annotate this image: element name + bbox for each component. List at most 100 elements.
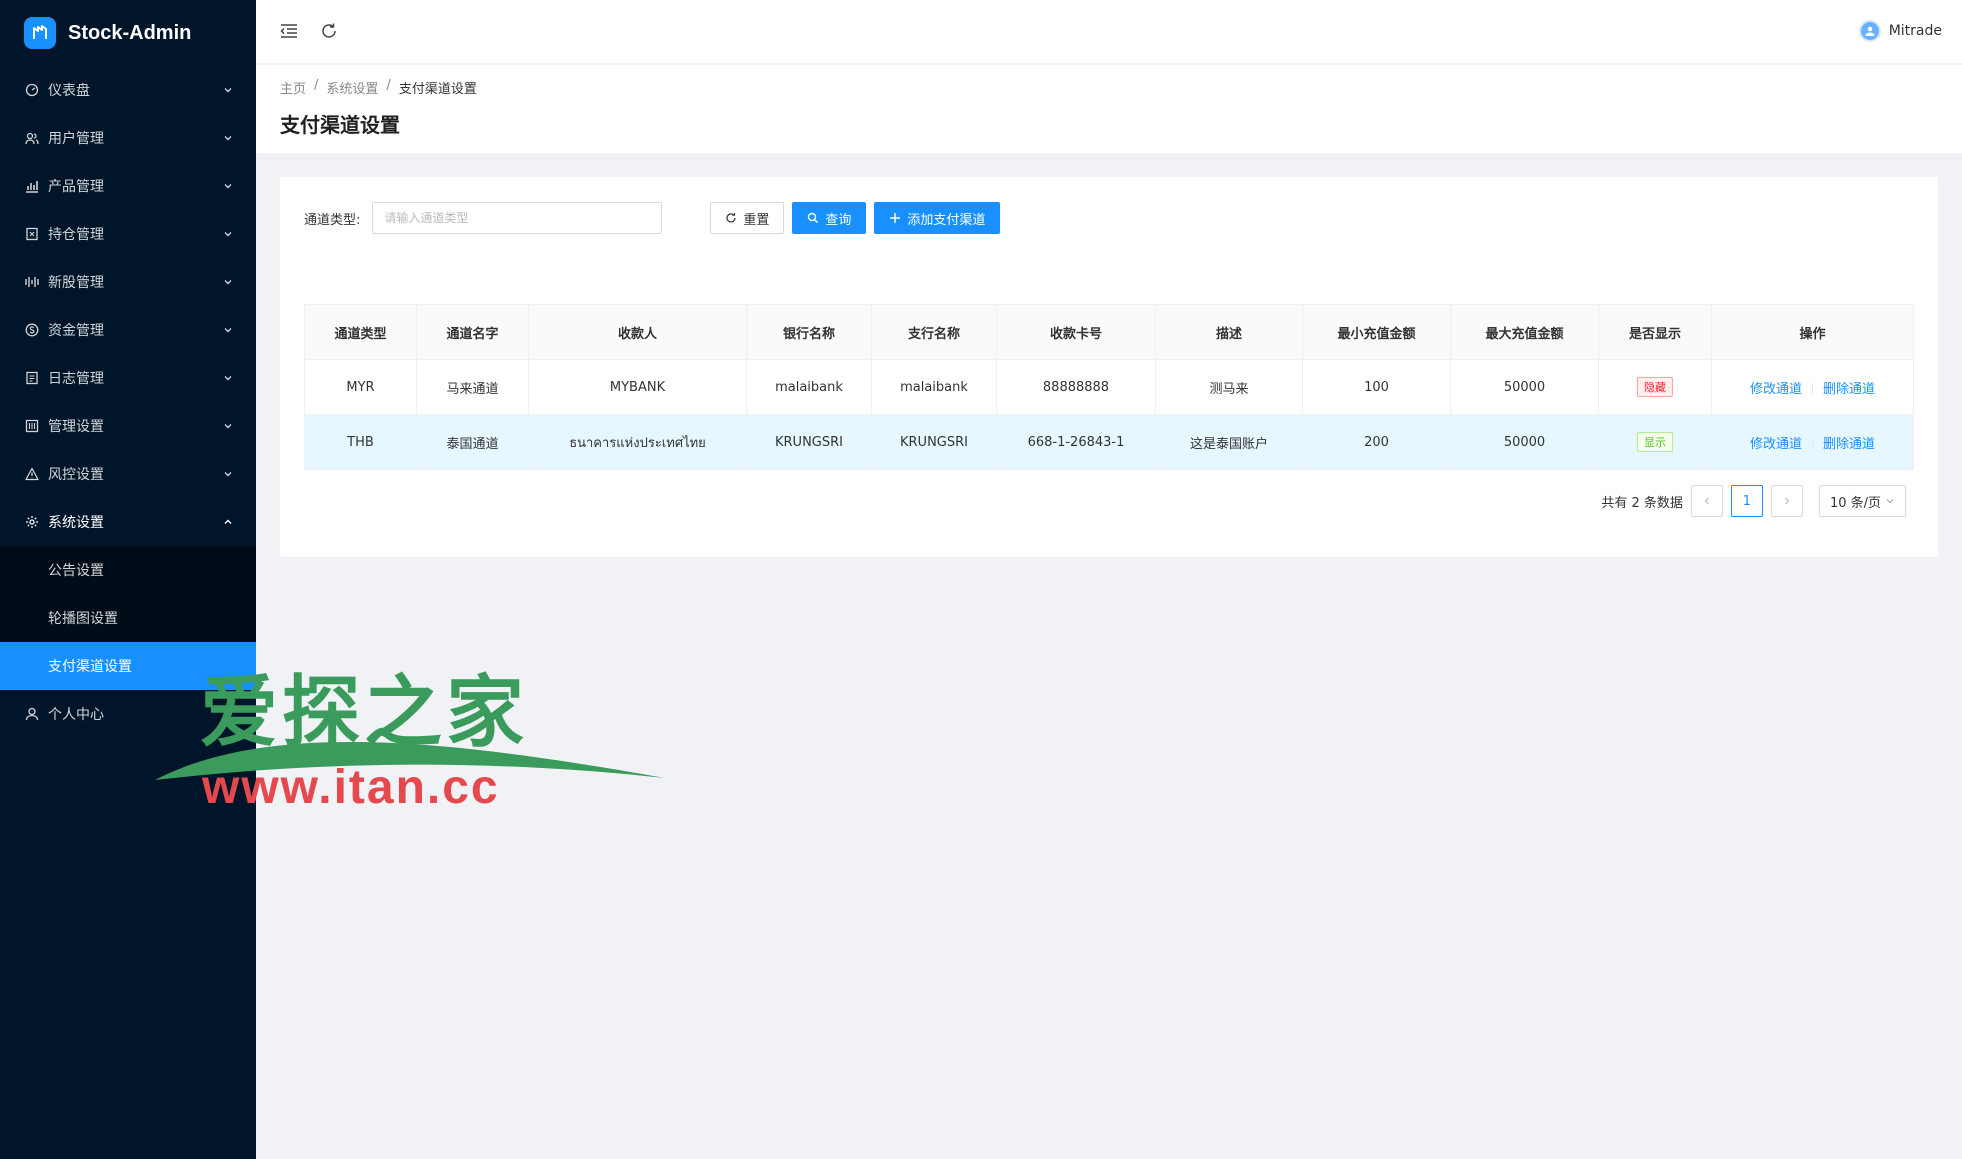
next-page-button[interactable] — [1770, 485, 1803, 517]
sidebar-item-label: 新股管理 — [48, 275, 104, 291]
cell-branch: malaibank — [871, 359, 997, 415]
logo-icon — [24, 17, 56, 49]
col-header: 收款卡号 — [996, 304, 1156, 360]
chevron-up-icon — [224, 519, 232, 524]
ipo-icon — [24, 274, 40, 290]
channel-type-input[interactable] — [372, 202, 663, 234]
warning-icon — [24, 466, 40, 482]
table-header-row: 通道类型 通道名字 收款人 银行名称 支行名称 收款卡号 描述 最小充值金额 最… — [304, 304, 1914, 360]
sidebar-item-funds[interactable]: 资金管理 — [0, 306, 256, 354]
content-card: 通道类型: 重置 查询 添加支付渠道 通道类型 通道名字 收款人 银行名称 支行… — [280, 177, 1938, 557]
page-title: 支付渠道设置 — [280, 113, 400, 137]
status-badge: 隐藏 — [1637, 377, 1673, 397]
query-button[interactable]: 查询 — [792, 202, 867, 234]
logo[interactable]: Stock-Admin — [0, 0, 256, 66]
plus-icon — [890, 213, 901, 223]
sidebar-item-announcement[interactable]: 公告设置 — [0, 546, 256, 594]
sidebar-item-users[interactable]: 用户管理 — [0, 114, 256, 162]
sidebar-item-logs[interactable]: 日志管理 — [0, 354, 256, 402]
cell-name: 马来通道 — [416, 359, 529, 415]
user-name: Mitrade — [1888, 23, 1942, 39]
table-row: MYR 马来通道 MYBANK malaibank malaibank 8888… — [304, 359, 1914, 415]
sidebar-item-label: 系统设置 — [48, 515, 104, 531]
sidebar-item-label: 日志管理 — [48, 371, 104, 387]
col-header: 收款人 — [528, 304, 747, 360]
search-form: 通道类型: 重置 查询 添加支付渠道 — [304, 201, 1001, 235]
cell-visible: 显示 — [1598, 414, 1712, 470]
user-icon — [24, 706, 40, 722]
col-header: 通道名字 — [416, 304, 529, 360]
breadcrumb-parent[interactable]: 系统设置 — [326, 78, 378, 97]
chevron-down-icon — [224, 232, 232, 237]
sidebar-item-payment-channel[interactable]: 支付渠道设置 — [0, 642, 256, 690]
sidebar-item-risk[interactable]: 风控设置 — [0, 450, 256, 498]
chevron-down-icon — [224, 184, 232, 189]
page-size-select[interactable]: 10 条/页 — [1818, 485, 1906, 517]
breadcrumb-current: 支付渠道设置 — [398, 82, 477, 97]
channel-type-label: 通道类型: — [304, 212, 361, 228]
table-row: THB 泰国通道 ธนาคารแห่งประเทศไทย KRUNGSRI KR… — [304, 414, 1914, 470]
cell-name: 泰国通道 — [416, 414, 529, 470]
breadcrumb-home[interactable]: 主页 — [280, 78, 306, 97]
sidebar-item-label: 仪表盘 — [48, 83, 90, 99]
page-size-value: 10 条/页 — [1829, 495, 1881, 511]
chevron-down-icon — [224, 376, 232, 381]
dashboard-icon — [24, 82, 40, 98]
page-number[interactable]: 1 — [1730, 485, 1763, 517]
cell-desc: 测马来 — [1155, 359, 1303, 415]
edit-channel-link[interactable]: 修改通道 — [1750, 437, 1802, 452]
sidebar-item-ipo[interactable]: 新股管理 — [0, 258, 256, 306]
sidebar-item-system[interactable]: 系统设置 — [0, 498, 256, 546]
sidebar-item-label: 风控设置 — [48, 467, 104, 483]
cell-payee: MYBANK — [528, 359, 747, 415]
cell-bank: KRUNGSRI — [746, 414, 872, 470]
reset-label: 重置 — [743, 212, 770, 228]
chevron-down-icon — [224, 328, 232, 333]
col-header: 最小充值金额 — [1302, 304, 1451, 360]
search-icon — [808, 212, 819, 224]
chevron-down-icon — [224, 472, 232, 477]
avatar — [1858, 20, 1881, 42]
prev-page-button[interactable] — [1690, 485, 1723, 517]
sidebar-item-holdings[interactable]: 持仓管理 — [0, 210, 256, 258]
chevron-down-icon — [224, 88, 232, 93]
delete-channel-link[interactable]: 删除通道 — [1823, 382, 1875, 397]
edit-channel-link[interactable]: 修改通道 — [1750, 382, 1802, 397]
sidebar-item-admin[interactable]: 管理设置 — [0, 402, 256, 450]
col-header: 支行名称 — [871, 304, 997, 360]
cell-desc: 这是泰国账户 — [1155, 414, 1303, 470]
holding-icon — [24, 226, 40, 242]
chevron-left-icon — [1704, 497, 1709, 505]
cell-min: 200 — [1302, 414, 1451, 470]
chevron-down-icon — [224, 424, 232, 429]
cell-actions: 修改通道 删除通道 — [1711, 359, 1914, 415]
refresh-icon[interactable] — [318, 20, 340, 42]
sidebar-item-carousel[interactable]: 轮播图设置 — [0, 594, 256, 642]
pagination: 共有 2 条数据 1 10 条/页 — [1601, 485, 1906, 517]
sidebar-item-profile[interactable]: 个人中心 — [0, 690, 256, 738]
sidebar-item-dashboard[interactable]: 仪表盘 — [0, 66, 256, 114]
money-icon — [24, 322, 40, 338]
sidebar-item-products[interactable]: 产品管理 — [0, 162, 256, 210]
cell-max: 50000 — [1450, 359, 1599, 415]
menu-fold-icon[interactable] — [278, 20, 300, 42]
sidebar-item-label: 产品管理 — [48, 179, 104, 195]
admin-icon — [24, 418, 40, 434]
divider — [1812, 383, 1813, 395]
add-channel-button[interactable]: 添加支付渠道 — [874, 202, 1001, 234]
reset-button[interactable]: 重置 — [710, 202, 785, 234]
query-label: 查询 — [825, 212, 852, 228]
cell-card: 668-1-26843-1 — [996, 414, 1156, 470]
delete-channel-link[interactable]: 删除通道 — [1823, 437, 1875, 452]
breadcrumb-separator: / — [314, 78, 319, 93]
breadcrumb: 主页 / 系统设置 / 支付渠道设置 — [280, 78, 1938, 97]
user-menu[interactable]: Mitrade — [1858, 20, 1942, 42]
sidebar-item-label: 持仓管理 — [48, 227, 104, 243]
col-header: 最大充值金额 — [1450, 304, 1599, 360]
reload-icon — [726, 213, 736, 223]
log-icon — [24, 370, 40, 386]
app-title: Stock-Admin — [68, 21, 192, 44]
pagination-total: 共有 2 条数据 — [1601, 495, 1683, 511]
sidebar: Stock-Admin 仪表盘 用户管理 产品管理 持仓管理 新股管理 资金管理… — [0, 0, 256, 1159]
chevron-down-icon — [224, 280, 232, 285]
